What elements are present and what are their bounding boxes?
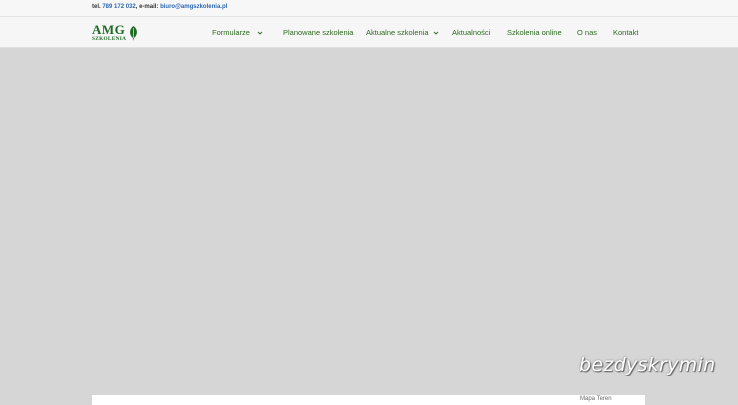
contact-info: tel. 789 172 032, e-mail: biuro@amgszkol… xyxy=(92,4,228,10)
nav-item-kontakt[interactable]: Kontakt xyxy=(613,27,638,39)
email-link[interactable]: biuro@amgszkolenia.pl xyxy=(160,4,227,10)
nav-item-planowane-szkolenia[interactable]: Planowane szkolenia xyxy=(283,27,353,39)
site-logo[interactable]: AMG SZKOLENIA xyxy=(92,23,140,43)
main-navbar: AMG SZKOLENIA Formularze Planowane szkol… xyxy=(0,16,738,48)
leaf-icon xyxy=(130,26,137,41)
nav-item-o-nas[interactable]: O nas xyxy=(577,27,597,39)
nav-label: Planowane szkolenia xyxy=(283,28,354,37)
nav-label: Szkolenia online xyxy=(507,28,562,37)
email-label: e-mail: xyxy=(139,4,159,10)
nav-item-aktualne-szkolenia[interactable]: Aktualne szkolenia xyxy=(366,27,440,39)
map-panel: Mapa Teren xyxy=(92,395,645,405)
nav-item-szkolenia-online[interactable]: Szkolenia online xyxy=(507,27,562,39)
nav-label: Aktualności xyxy=(452,28,491,37)
phone-label: tel. xyxy=(92,4,101,10)
hero-area xyxy=(0,47,738,400)
top-bar: tel. 789 172 032, e-mail: biuro@amgszkol… xyxy=(0,0,738,16)
chevron-down-icon xyxy=(432,29,440,37)
nav-label: O nas xyxy=(577,28,598,37)
logo-text: AMG xyxy=(92,22,126,37)
logo-subtext: SZKOLENIA xyxy=(92,36,127,42)
map-type-controls[interactable]: Mapa Teren xyxy=(580,396,612,402)
nav-item-formularze[interactable]: Formularze xyxy=(212,27,264,39)
chevron-down-icon xyxy=(256,29,264,37)
nav-label: Aktualne szkolenia xyxy=(366,28,429,37)
phone-link[interactable]: 789 172 032 xyxy=(102,4,135,10)
nav-label: Kontakt xyxy=(613,28,639,37)
nav-item-aktualnosci[interactable]: Aktualności xyxy=(452,27,490,39)
watermark-text: bezdyskrymin xyxy=(579,354,716,376)
nav-label: Formularze xyxy=(212,28,250,37)
